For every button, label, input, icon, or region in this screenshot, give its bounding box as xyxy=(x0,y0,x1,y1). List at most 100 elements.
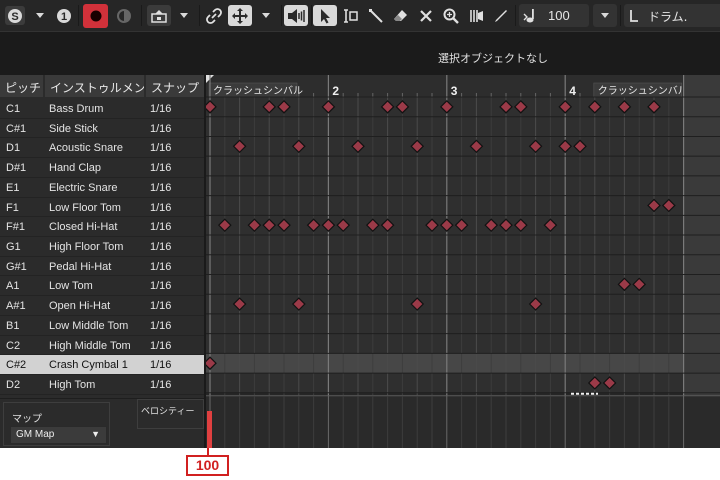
drum-row[interactable]: C#2 Crash Cymbal 1 1/16 xyxy=(0,355,204,376)
drum-snap: 1/16 xyxy=(150,280,172,293)
selected-row-highlight xyxy=(206,353,684,374)
pointer-tool-button[interactable] xyxy=(313,5,337,26)
drum-editor-grid[interactable]: 2345クラッシュシンバルクラッシュシンバル xyxy=(206,75,720,448)
one-button[interactable]: 1 xyxy=(54,6,74,25)
ruler[interactable]: 2345クラッシュシンバルクラッシュシンバル xyxy=(206,75,720,98)
column-header-snap[interactable]: スナップ xyxy=(146,75,204,97)
drum-snap: 1/16 xyxy=(150,241,172,254)
solo-s-icon: S xyxy=(8,8,22,23)
zoom-icon xyxy=(443,8,459,24)
drum-pitch: C#2 xyxy=(6,359,27,372)
drum-instrument: Closed Hi-Hat xyxy=(49,221,118,234)
velocity-dropdown-button[interactable] xyxy=(593,4,617,27)
drum-pitch: A1 xyxy=(6,280,20,293)
velocity-lane-header[interactable]: ベロシティー xyxy=(137,399,204,429)
drum-row[interactable]: C#1 Side Stick 1/16 xyxy=(0,119,204,139)
drum-row[interactable]: D2 High Tom 1/16 xyxy=(0,375,204,395)
drum-snap: 1/16 xyxy=(150,103,172,115)
info-line: 選択オブジェクトなし xyxy=(0,31,720,75)
drum-row[interactable]: A#1 Open Hi-Hat 1/16 xyxy=(0,296,204,316)
mute-tool-button[interactable] xyxy=(414,5,438,26)
drum-row[interactable]: C2 High Middle Tom 1/16 xyxy=(0,336,204,356)
drum-instrument: Low Floor Tom xyxy=(49,201,121,214)
drum-instrument: Open Hi-Hat xyxy=(49,300,111,313)
drum-instrument: Crash Cymbal 1 xyxy=(49,359,128,372)
erase-icon xyxy=(394,9,407,21)
drum-pitch: A#1 xyxy=(6,300,26,313)
drum-row[interactable]: F1 Low Floor Tom 1/16 xyxy=(0,198,204,218)
draw-line-icon xyxy=(369,8,383,23)
drum-row[interactable]: G1 High Floor Tom 1/16 xyxy=(0,237,204,257)
drum-instrument: Pedal Hi-Hat xyxy=(49,260,112,273)
drum-snap: 1/16 xyxy=(150,142,172,155)
transform-button[interactable] xyxy=(228,5,252,26)
drum-instrument: High Middle Tom xyxy=(49,339,131,352)
drum-row[interactable]: B1 Low Middle Tom 1/16 xyxy=(0,316,204,336)
drum-row[interactable]: D#1 Hand Clap 1/16 xyxy=(0,158,204,178)
auto-scroll-button[interactable] xyxy=(147,5,171,26)
drum-pitch: G#1 xyxy=(6,260,27,273)
drum-row[interactable]: F#1 Closed Hi-Hat 1/16 xyxy=(0,217,204,237)
drum-snap: 1/16 xyxy=(150,201,172,214)
velocity-lane[interactable] xyxy=(206,392,720,448)
drum-instrument-list: ピッチ インストゥルメント スナップ C1 Bass Drum 1/16 C#1 Sid… xyxy=(0,75,206,448)
solo-button[interactable]: S xyxy=(5,6,25,25)
column-header-pitch[interactable]: ピッチ xyxy=(0,75,43,97)
monitor-button[interactable] xyxy=(113,6,135,25)
drum-pitch: C#1 xyxy=(6,122,27,135)
column-header-instrument[interactable]: インストゥルメント xyxy=(45,75,144,97)
drum-snap: 1/16 xyxy=(150,162,172,175)
toolbar: S 1 100 ドラム. xyxy=(0,0,720,31)
drum-row[interactable]: G#1 Pedal Hi-Hat 1/16 xyxy=(0,257,204,277)
drum-snap: 1/16 xyxy=(150,260,172,273)
drum-pitch: D1 xyxy=(6,142,21,155)
pencil-icon xyxy=(495,9,507,22)
marker-label: クラッシュシンバル xyxy=(598,85,688,97)
drum-pitch: C1 xyxy=(6,103,21,115)
drum-instrument: Electric Snare xyxy=(49,181,118,194)
record-button[interactable] xyxy=(83,4,108,28)
link-button[interactable] xyxy=(203,5,225,26)
drum-map-selector[interactable]: ドラム. xyxy=(624,4,720,27)
marker-label: クラッシュシンバル xyxy=(213,85,303,97)
drum-row[interactable]: D1 Acoustic Snare 1/16 xyxy=(0,138,204,158)
link-icon xyxy=(206,7,222,24)
acoustic-feedback-button[interactable] xyxy=(284,5,308,26)
bar-number: 2 xyxy=(332,84,339,98)
drum-snap: 1/16 xyxy=(150,221,172,234)
drum-pitch: F#1 xyxy=(6,221,25,234)
drum-instrument: Low Middle Tom xyxy=(49,319,129,332)
drum-row[interactable]: A1 Low Tom 1/16 xyxy=(0,276,204,296)
bar-number: 4 xyxy=(569,84,576,98)
drum-pitch: D#1 xyxy=(6,162,27,175)
drum-row[interactable]: E1 Electric Snare 1/16 xyxy=(0,178,204,198)
mute-cross-icon xyxy=(420,9,432,22)
draw-tool-button[interactable] xyxy=(489,5,513,26)
transform-dropdown-icon[interactable] xyxy=(256,6,276,25)
pointer-icon xyxy=(321,8,330,23)
drum-row[interactable]: C1 Bass Drum 1/16 xyxy=(0,99,204,119)
record-icon xyxy=(90,10,101,22)
solo-dropdown-icon[interactable] xyxy=(30,6,50,25)
drum-snap: 1/16 xyxy=(150,359,172,372)
auto-scroll-icon xyxy=(151,9,167,23)
chevron-down-icon: ▼ xyxy=(91,429,100,439)
transform-icon xyxy=(232,7,248,24)
svg-text:1: 1 xyxy=(61,11,67,23)
speaker-icon xyxy=(288,8,305,23)
drum-pitch: C2 xyxy=(6,339,21,352)
velocity-bar xyxy=(207,411,212,448)
one-icon: 1 xyxy=(57,8,71,23)
svg-text:S: S xyxy=(11,11,18,23)
auto-scroll-dropdown-icon[interactable] xyxy=(174,6,194,25)
zoom-tool-button[interactable] xyxy=(439,5,463,26)
split-tool-button[interactable] xyxy=(464,5,488,26)
line-tool-button[interactable] xyxy=(364,5,388,26)
insert-velocity-control[interactable]: 100 xyxy=(519,4,589,27)
erase-tool-button[interactable] xyxy=(389,5,413,26)
drum-map-select[interactable]: GM Map ▼ xyxy=(10,426,107,444)
drum-instrument: Bass Drum xyxy=(49,103,104,115)
monitor-icon xyxy=(117,8,131,23)
drum-pitch: B1 xyxy=(6,319,20,332)
range-tool-button[interactable] xyxy=(339,5,363,26)
